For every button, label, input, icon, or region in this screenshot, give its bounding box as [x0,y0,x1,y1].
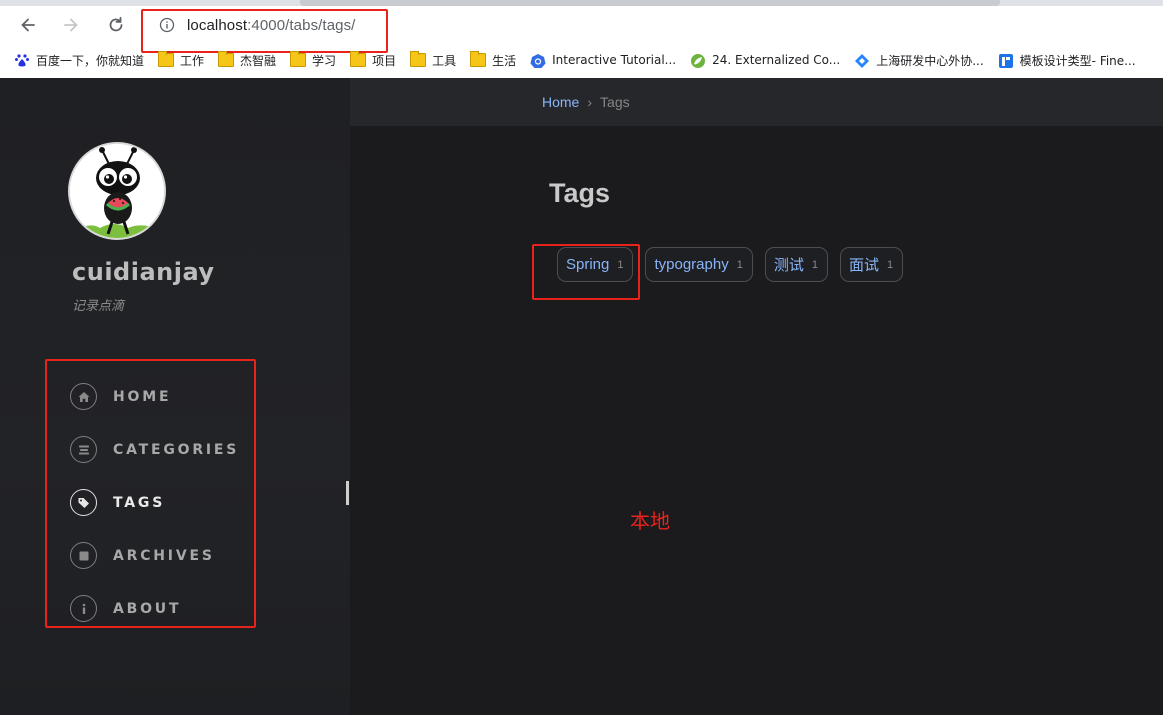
fine-icon [998,53,1014,68]
folder-icon [470,51,487,67]
blog-page: cuidianjay 记录点滴 HOME CATEGORIES TAGS ARC… [0,78,1163,715]
topbar: Home › Tags [350,78,1163,126]
bookmark-item[interactable]: 上海研发中心外协... [854,52,984,69]
bookmark-item[interactable]: 百度一下，你就知道 [14,52,144,69]
folder-icon [158,51,175,67]
folder-icon [290,51,307,67]
tag-name: 测试 [773,257,804,274]
arrow-right-icon [64,18,78,32]
nav-highlight-box [45,359,256,628]
breadcrumb-current: Tags [600,94,630,110]
avatar[interactable] [68,142,166,240]
bookmark-label: 杰智融 [240,53,277,68]
bookmark-item[interactable]: 杰智融 [218,51,277,69]
bookmark-label: 上海研发中心外协... [876,53,984,68]
bookmark-label: 24. Externalized Co... [712,53,841,67]
site-subtitle: 记录点滴 [72,299,125,314]
folder-icon [218,51,235,67]
tag-highlight-box [532,244,640,300]
bookmark-label: 工作 [180,53,205,68]
reload-icon [109,16,123,32]
tag-count: 1 [886,258,894,271]
breadcrumb-separator: › [587,94,593,110]
folder-icon [350,51,367,67]
bookmark-item[interactable]: 24. Externalized Co... [690,53,841,68]
breadcrumb-home-link[interactable]: Home [542,94,579,110]
folder-icon [410,51,427,67]
forward-button[interactable] [55,9,87,41]
bookmark-label: Interactive Tutorial... [552,53,677,67]
active-indicator [346,481,349,505]
arrow-left-icon [21,18,35,32]
annotation-text: 本地 [630,509,670,533]
tag-count: 1 [736,258,743,271]
bookmark-label: 项目 [372,53,397,68]
browser-chrome: localhost:4000/tabs/tags/ 百度一下，你就知道 工作 杰智融… [0,0,1163,78]
bookmark-item[interactable]: 学习 [290,51,337,69]
site-title[interactable]: cuidianjay [72,258,215,286]
bookmark-label: 生活 [492,53,517,68]
tag-count: 1 [811,258,818,271]
bookmark-label: 百度一下，你就知道 [36,53,145,68]
tag-name: typography [654,256,729,273]
bookmark-item[interactable]: 模板设计类型- Fine... [998,52,1136,69]
bookmark-item[interactable]: 工作 [158,51,205,69]
tag-name: 面试 [848,257,879,274]
ant-mascot-image [70,144,164,238]
jira-icon [854,53,870,68]
bookmark-label: 模板设计类型- Fine... [1019,53,1136,68]
tag-testing[interactable]: 测试 1 [764,247,828,282]
bookmark-item[interactable]: 项目 [350,51,397,69]
bookmark-item[interactable]: 生活 [470,51,517,69]
spring-icon [690,53,706,68]
bookmark-label: 学习 [312,53,337,68]
breadcrumb: Home › Tags [542,94,630,110]
sidebar: cuidianjay 记录点滴 HOME CATEGORIES TAGS ARC… [0,78,350,715]
bookmark-label: 工具 [432,53,457,68]
kubernetes-icon [530,53,546,68]
bookmark-item[interactable]: Interactive Tutorial... [530,53,677,68]
bookmark-item[interactable]: 工具 [410,51,457,69]
back-button[interactable] [12,9,44,41]
reload-button[interactable] [100,9,132,41]
bookmarks-bar: 百度一下，你就知道 工作 杰智融 学习 项目 工具 生活 Interactive Tutori… [0,46,1163,74]
page-title: Tags [549,178,611,208]
baidu-icon [14,53,30,67]
tag-interview[interactable]: 面试 1 [839,247,904,282]
tag-typography[interactable]: typography 1 [645,247,753,282]
